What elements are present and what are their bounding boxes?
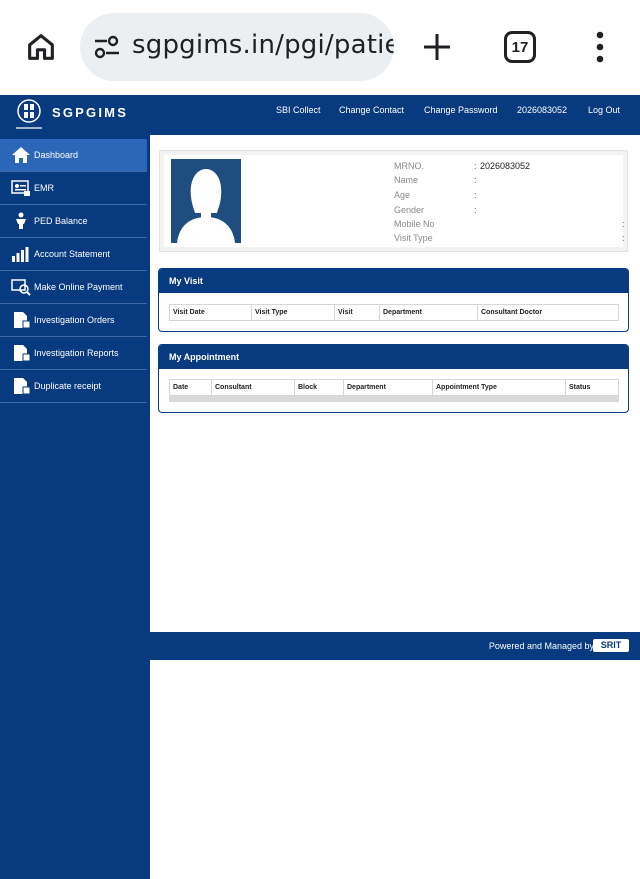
tab-switcher-button[interactable]: 17 (504, 31, 536, 63)
sidebar-item-label: Account Statement (34, 249, 111, 259)
label-age: Age (394, 190, 411, 200)
sidebar-item-emr[interactable]: EMR (0, 172, 147, 205)
sidebar-item-dashboard[interactable]: Dashboard (0, 139, 147, 172)
label-mrno: MRNO. (394, 161, 424, 171)
sidebar-item-label: Dashboard (34, 150, 79, 160)
bar-chart-icon (9, 244, 33, 264)
my-visit-panel: My Visit Visit Date Visit Type Visit Dep… (158, 268, 629, 332)
sidebar-item-label: PED Balance (34, 216, 88, 226)
sidebar-item-account-statement[interactable]: Account Statement (0, 238, 147, 271)
avatar-placeholder-icon (171, 159, 241, 243)
user-id: 2026083052 (517, 105, 568, 115)
my-visit-table-header: Visit Date Visit Type Visit Department C… (169, 304, 619, 321)
colon: : (474, 175, 477, 185)
colon: : (474, 161, 477, 171)
document-icon (9, 343, 33, 363)
my-appointment-panel: My Appointment Date Consultant Block Dep… (158, 344, 629, 413)
sidebar-item-label: Investigation Orders (34, 315, 115, 325)
site-footer: Powered and Managed by SRIT (150, 632, 640, 660)
srit-logo: SRIT (593, 639, 629, 652)
column-header: Visit Type (252, 305, 335, 321)
site-header: SGPGIMS SBI Collect Change Contact Chang… (0, 95, 640, 135)
main-content: MRNO. : 2026083052 Name : Age : Gender :… (150, 135, 640, 632)
document-icon (9, 376, 33, 396)
column-header: Status (569, 384, 591, 391)
colon: : (474, 205, 477, 215)
home-icon (9, 145, 33, 165)
home-button[interactable] (22, 28, 60, 66)
column-header: Visit (335, 305, 380, 321)
tab-count: 17 (511, 38, 529, 56)
sidebar-item-duplicate-receipt[interactable]: Duplicate receipt (0, 370, 147, 403)
online-payment-icon (9, 277, 33, 297)
new-tab-plus-icon[interactable] (418, 28, 456, 66)
sidebar-item-label: Make Online Payment (34, 282, 123, 292)
column-header: Visit Date (170, 305, 252, 321)
emr-icon (9, 178, 33, 198)
document-icon (9, 310, 33, 330)
blank-area (150, 660, 640, 879)
nav-change-contact[interactable]: Change Contact (339, 105, 404, 115)
home-icon (28, 34, 54, 60)
label-mobile-no: Mobile No (394, 219, 435, 229)
url-text[interactable]: sgpgims.in/pgi/patient (132, 30, 394, 60)
nav-log-out[interactable]: Log Out (588, 105, 620, 115)
my-appointment-title: My Appointment (159, 345, 628, 369)
label-name: Name (394, 175, 419, 185)
sgpgims-logo (16, 99, 42, 129)
footer-text: Powered and Managed by (488, 641, 594, 651)
nav-sbi-collect[interactable]: SBI Collect (276, 105, 321, 115)
sidebar-item-label: EMR (34, 183, 54, 193)
browser-toolbar: sgpgims.in/pgi/patient 17 (0, 0, 640, 95)
sidebar-item-label: Duplicate receipt (34, 381, 102, 391)
site-settings-icon[interactable] (92, 33, 122, 61)
sidebar-item-investigation-orders[interactable]: Investigation Orders (0, 304, 147, 337)
patient-profile-inner: MRNO. : 2026083052 Name : Age : Gender :… (164, 155, 625, 247)
colon: : (474, 190, 477, 200)
column-header: Department (380, 305, 478, 321)
label-gender: Gender (394, 205, 425, 215)
column-header: Consultant (212, 380, 295, 396)
colon: : (622, 233, 625, 243)
sidebar-item-ped-balance[interactable]: PED Balance (0, 205, 147, 238)
address-bar[interactable]: sgpgims.in/pgi/patient (80, 13, 394, 81)
column-header: Date (170, 380, 212, 396)
colon: : (622, 219, 625, 229)
my-visit-title: My Visit (159, 269, 628, 293)
nav-change-password[interactable]: Change Password (424, 105, 498, 115)
sidebar-item-make-online-payment[interactable]: Make Online Payment (0, 271, 147, 304)
column-header: Appointment Type (433, 380, 566, 396)
ped-balance-icon (9, 211, 33, 231)
sidebar-item-label: Investigation Reports (34, 348, 119, 358)
logo-text: SGPGIMS (52, 105, 129, 120)
label-visit-type: Visit Type (394, 233, 433, 243)
patient-profile-card: MRNO. : 2026083052 Name : Age : Gender :… (159, 150, 628, 252)
value-mrno: 2026083052 (480, 161, 531, 171)
more-vert-icon[interactable] (590, 29, 610, 65)
my-appointment-table-header: Date Consultant Block Department Appoint… (169, 379, 619, 396)
sidebar-item-investigation-reports[interactable]: Investigation Reports (0, 337, 147, 370)
column-header: Department (344, 380, 433, 396)
avatar (171, 159, 241, 243)
column-header: Consultant Doctor (481, 309, 543, 316)
sidebar: Dashboard EMR PED Balance Account Statem… (0, 135, 150, 879)
table-footer-bar (169, 396, 619, 402)
column-header: Block (295, 380, 344, 396)
